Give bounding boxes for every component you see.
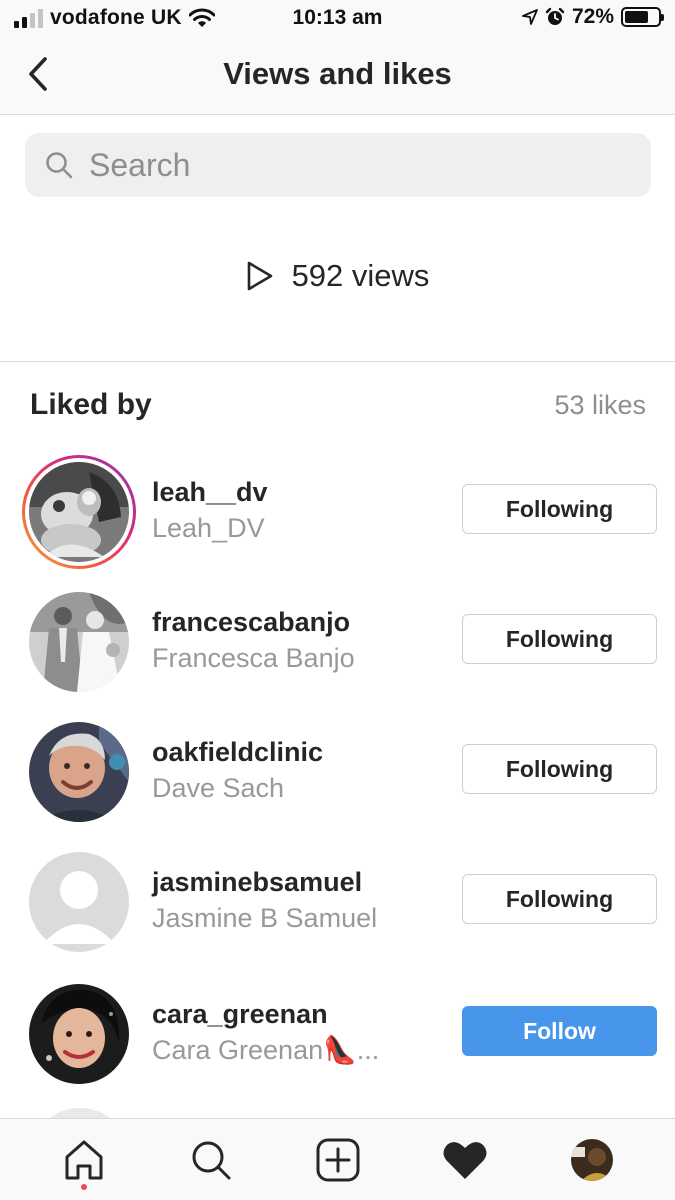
avatar[interactable]: [29, 722, 129, 822]
header-bar: Views and likes: [0, 38, 675, 115]
username[interactable]: leah__dv: [152, 475, 268, 509]
location-arrow-icon: [522, 9, 538, 25]
following-button[interactable]: Following: [462, 874, 657, 924]
home-icon: [65, 1140, 102, 1179]
notification-dot: [80, 1183, 87, 1190]
avatar[interactable]: [29, 462, 129, 562]
avatar[interactable]: [29, 984, 129, 1084]
status-bar: vodafone UK 10:13 am 72%: [0, 0, 675, 38]
bottom-nav: [0, 1118, 675, 1200]
profile-avatar: [570, 1138, 613, 1181]
status-right: 72%: [522, 5, 664, 29]
list-item[interactable]: jasminebsamuel Jasmine B Samuel Followin…: [0, 845, 675, 955]
avatar-frame[interactable]: [22, 715, 136, 829]
username[interactable]: cara_greenan: [152, 997, 379, 1031]
views-count: 592 views: [291, 258, 430, 293]
avatar-frame[interactable]: [22, 585, 136, 699]
views-summary: 592 views: [0, 258, 675, 294]
avatar-frame[interactable]: [22, 977, 136, 1091]
nav-activity[interactable]: [435, 1130, 495, 1190]
full-name: Cara Greenan👠...: [152, 1035, 380, 1065]
list-item[interactable]: oakfieldclinic Dave Sach Following: [0, 715, 675, 825]
full-name: Leah_DV: [152, 513, 265, 543]
search-input[interactable]: [89, 146, 609, 184]
liked-by-title: Liked by: [30, 388, 152, 421]
full-name: Dave Sach: [152, 773, 285, 803]
nav-search[interactable]: [181, 1130, 241, 1190]
search-icon: [192, 1141, 230, 1179]
list-item[interactable]: francescabanjo Francesca Banjo Following: [0, 585, 675, 695]
following-button[interactable]: Following: [462, 744, 657, 794]
search-icon: [46, 152, 73, 179]
page-title: Views and likes: [223, 56, 452, 91]
default-avatar-icon[interactable]: [29, 852, 129, 952]
user-info[interactable]: jasminebsamuel Jasmine B Samuel: [152, 865, 377, 937]
nav-new-post[interactable]: [308, 1130, 368, 1190]
username[interactable]: oakfieldclinic: [152, 735, 323, 769]
user-info[interactable]: oakfieldclinic Dave Sach: [152, 735, 323, 807]
divider: [0, 361, 675, 362]
activity-heart-icon: [443, 1141, 486, 1179]
full-name: Francesca Banjo: [152, 643, 355, 673]
avatar-frame[interactable]: [22, 845, 136, 959]
avatar[interactable]: [29, 592, 129, 692]
username[interactable]: jasminebsamuel: [152, 865, 377, 899]
likes-count: 53 likes: [554, 389, 646, 420]
following-button[interactable]: Following: [462, 614, 657, 664]
liked-by-header: Liked by 53 likes: [30, 388, 646, 422]
search-bar[interactable]: [25, 133, 651, 197]
battery-icon: [621, 7, 664, 27]
username[interactable]: francescabanjo: [152, 605, 355, 639]
story-ring[interactable]: [22, 455, 136, 569]
new-post-icon: [316, 1138, 359, 1181]
user-info[interactable]: leah__dv Leah_DV: [152, 475, 268, 547]
nav-profile[interactable]: [562, 1130, 622, 1190]
nav-home[interactable]: [54, 1130, 114, 1190]
follow-button[interactable]: Follow: [462, 1006, 657, 1056]
user-info[interactable]: cara_greenan Cara Greenan👠...: [152, 997, 379, 1069]
list-item[interactable]: leah__dv Leah_DV Following: [0, 455, 675, 569]
following-button[interactable]: Following: [462, 484, 657, 534]
battery-percent: 72%: [571, 5, 614, 28]
full-name: Jasmine B Samuel: [152, 903, 378, 933]
list-item[interactable]: cara_greenan Cara Greenan👠... Follow: [0, 977, 675, 1087]
alarm-clock-icon: [545, 7, 565, 25]
play-icon: [247, 261, 272, 291]
user-info[interactable]: francescabanjo Francesca Banjo: [152, 605, 355, 677]
